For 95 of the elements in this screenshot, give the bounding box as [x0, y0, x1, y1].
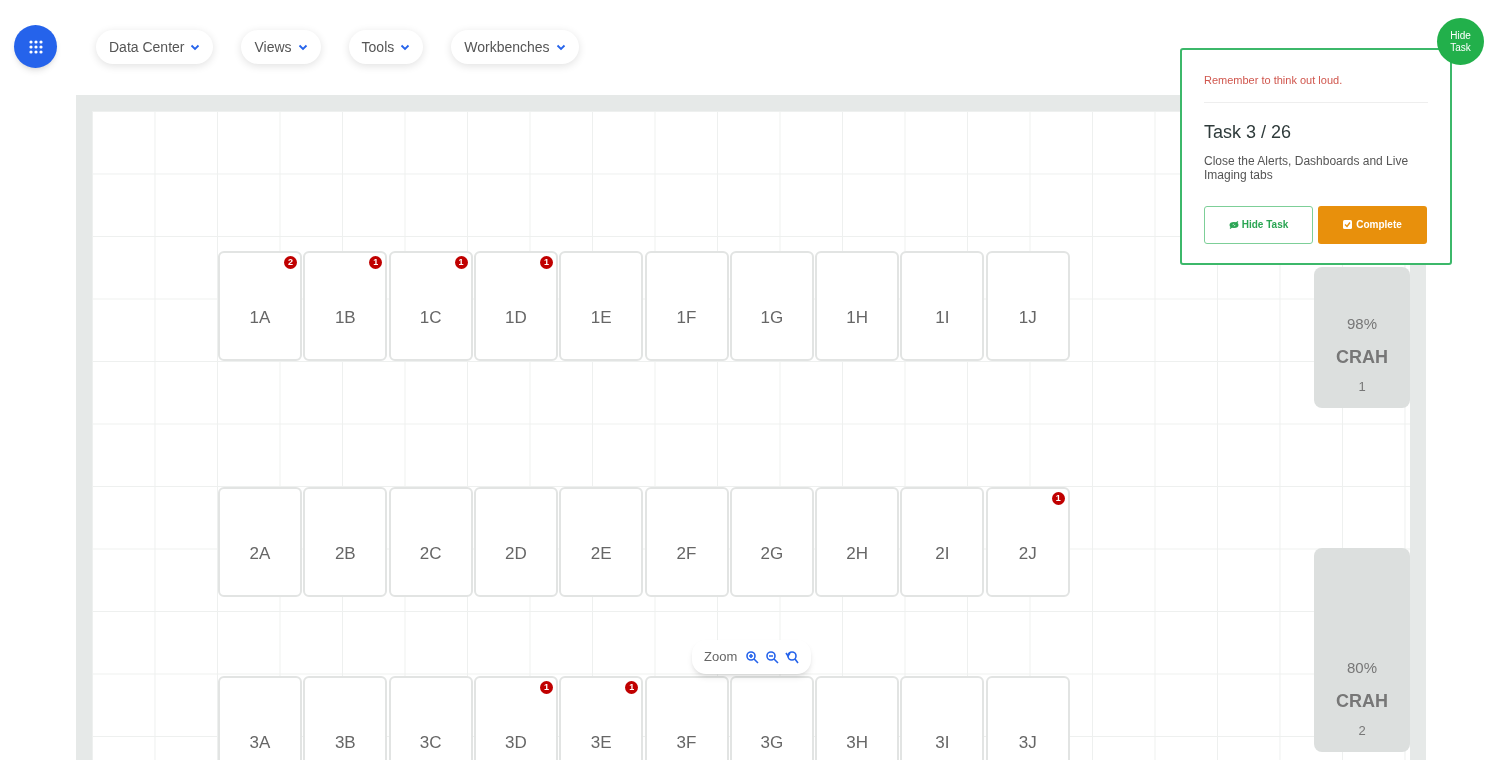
- rack-label: 2D: [505, 545, 527, 563]
- rack-label: 3D: [505, 734, 527, 752]
- grid-icon: [27, 38, 44, 55]
- rack-tile[interactable]: 3C: [388, 676, 473, 760]
- rack-label: 3C: [419, 734, 442, 752]
- rack-tile[interactable]: 3I: [900, 676, 985, 760]
- rack-tile[interactable]: 1I: [900, 251, 985, 361]
- rack-tile[interactable]: 1G: [729, 251, 814, 361]
- rack-tile[interactable]: 2C: [388, 487, 473, 597]
- task-description: Close the Alerts, Dashboards and Live Imaging tabs: [1204, 153, 1410, 182]
- menu-button[interactable]: Workbenches: [451, 30, 579, 64]
- rack-label: 3E: [590, 734, 612, 752]
- rack-tile[interactable]: 3J: [985, 676, 1070, 760]
- rack-tile[interactable]: 1H: [815, 251, 900, 361]
- rack-label: 2G: [760, 545, 784, 563]
- crah-unit[interactable]: 80% CRAH 2: [1314, 548, 1410, 752]
- alert-count-badge: 2: [284, 256, 297, 269]
- rack-tile[interactable]: 3G: [729, 676, 814, 760]
- rack-label: 2J: [1018, 545, 1037, 563]
- rack-label: 3G: [760, 734, 784, 752]
- crah-name: CRAH: [1336, 689, 1388, 713]
- rack-tile[interactable]: 2A: [218, 487, 302, 597]
- rack-label: 1H: [846, 309, 868, 327]
- zoom-out-icon[interactable]: [765, 650, 780, 664]
- rack-tile[interactable]: 3E 1: [559, 676, 644, 760]
- rack-tile[interactable]: 3F: [644, 676, 729, 760]
- crah-unit[interactable]: 98% CRAH 1: [1314, 267, 1410, 408]
- reminder-text: Remember to think out loud.: [1204, 73, 1344, 88]
- rack-label: 1G: [760, 309, 784, 327]
- rack-tile[interactable]: 1F: [644, 251, 729, 361]
- crah-percent: 80%: [1347, 658, 1377, 678]
- zoom-label: Zoom: [704, 648, 738, 667]
- rack-label: 2I: [935, 545, 950, 563]
- alert-count-badge: 1: [454, 256, 468, 269]
- crah-number: 2: [1358, 721, 1366, 740]
- rack-label: 2B: [334, 545, 356, 563]
- eye-slash-icon: [1228, 220, 1239, 229]
- rack-tile[interactable]: 2D: [473, 487, 558, 597]
- rack-tile[interactable]: 2H: [815, 487, 900, 597]
- app-menu-button[interactable]: [14, 25, 57, 68]
- rack-label: 1E: [590, 309, 612, 327]
- crah-number: 1: [1358, 377, 1366, 396]
- rack-tile[interactable]: 1E: [559, 251, 644, 361]
- rack-label: 2F: [676, 545, 697, 563]
- rack-label: 3I: [935, 734, 950, 752]
- alert-count-badge: 1: [539, 681, 553, 694]
- menu-button[interactable]: Data Center: [96, 30, 214, 64]
- rack-label: 2C: [419, 545, 442, 563]
- zoom-in-icon[interactable]: [745, 650, 760, 664]
- task-title: Task 3 / 26: [1204, 120, 1293, 144]
- rack-label: 1I: [935, 309, 950, 327]
- rack-label: 2A: [249, 545, 271, 563]
- rack-label: 2H: [846, 545, 868, 563]
- menu-button[interactable]: Tools: [348, 30, 424, 64]
- rack-label: 3J: [1018, 734, 1037, 752]
- rack-tile[interactable]: 1B 1: [303, 251, 388, 361]
- crah-percent: 98%: [1347, 314, 1377, 334]
- chevron-down-icon: [555, 43, 566, 51]
- rack-tile[interactable]: 1D 1: [473, 251, 558, 361]
- rack-label: 1B: [334, 309, 356, 327]
- rack-tile[interactable]: 2J 1: [985, 487, 1070, 597]
- rack-tile[interactable]: 2G: [729, 487, 814, 597]
- hide-task-outline-button[interactable]: Hide Task: [1204, 205, 1313, 244]
- rack-tile[interactable]: 1C 1: [388, 251, 473, 361]
- alert-count-badge: 1: [1051, 492, 1065, 505]
- alert-count-badge: 1: [539, 256, 553, 269]
- zoom-reset-icon[interactable]: [785, 650, 800, 664]
- rack-label: 3A: [249, 734, 271, 752]
- rack-tile[interactable]: 2B: [303, 487, 388, 597]
- rack-label: 1C: [419, 309, 442, 327]
- rack-tile[interactable]: 3H: [815, 676, 900, 760]
- rack-tile[interactable]: 2F: [644, 487, 729, 597]
- rack-tile[interactable]: 3B: [303, 676, 388, 760]
- rack-tile[interactable]: 3D 1: [473, 676, 558, 760]
- checkbox-icon: [1343, 220, 1353, 229]
- crah-name: CRAH: [1336, 345, 1388, 369]
- chevron-down-icon: [400, 43, 411, 51]
- rack-tile[interactable]: 2E: [559, 487, 644, 597]
- rack-label: 1F: [676, 309, 697, 327]
- rack-tile[interactable]: 1A 2: [218, 251, 302, 361]
- rack-tile[interactable]: 2I: [900, 487, 985, 597]
- alert-count-badge: 1: [625, 681, 639, 694]
- rack-label: 1D: [505, 309, 527, 327]
- rack-label: 1J: [1018, 309, 1037, 327]
- chevron-down-icon: [297, 43, 308, 51]
- rack-label: 2E: [590, 545, 612, 563]
- chevron-down-icon: [190, 43, 201, 51]
- menu-button[interactable]: Views: [241, 30, 321, 64]
- alert-count-badge: 1: [369, 256, 383, 269]
- rack-tile[interactable]: 1J: [985, 251, 1070, 361]
- rack-label: 3H: [846, 734, 868, 752]
- rack-label: 3F: [676, 734, 697, 752]
- rack-tile[interactable]: 3A: [218, 676, 302, 760]
- rack-label: 1A: [249, 309, 271, 327]
- rack-label: 3B: [334, 734, 356, 752]
